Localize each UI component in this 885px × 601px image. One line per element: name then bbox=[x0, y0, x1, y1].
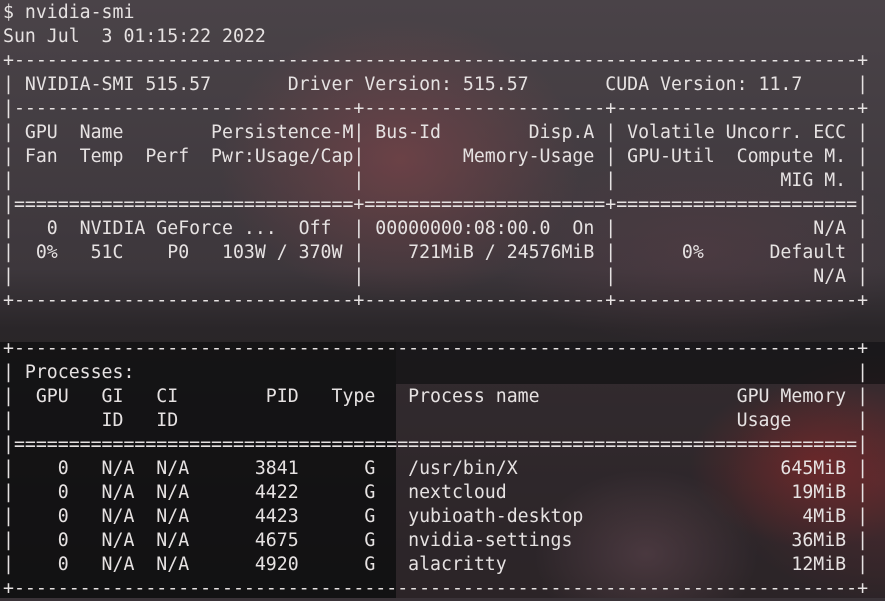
terminal-line: +---------------------------------------… bbox=[3, 50, 869, 71]
terminal-line: +-------------------------------+-------… bbox=[3, 290, 869, 311]
terminal-line: | NVIDIA-SMI 515.57 Driver Version: 515.… bbox=[3, 74, 869, 95]
terminal-line: | 0 NVIDIA GeForce ... Off | 00000000:08… bbox=[3, 218, 869, 239]
terminal-line: +---------------------------------------… bbox=[3, 338, 869, 359]
terminal-line: | Fan Temp Perf Pwr:Usage/Cap| Memory-Us… bbox=[3, 146, 869, 167]
terminal-line: | ID ID Usage | bbox=[3, 410, 869, 431]
terminal-line: Sun Jul 3 01:15:22 2022 bbox=[3, 26, 266, 47]
terminal-line: |=======================================… bbox=[3, 434, 869, 455]
terminal-line: | GPU GI CI PID Type Process name GPU Me… bbox=[3, 386, 869, 407]
terminal-line: $ nvidia-smi bbox=[3, 2, 135, 23]
terminal-line: | Processes: | bbox=[3, 362, 869, 383]
terminal-line: | GPU Name Persistence-M| Bus-Id Disp.A … bbox=[3, 122, 869, 143]
terminal-line: |===============================+=======… bbox=[3, 194, 869, 215]
terminal-output[interactable]: $ nvidia-smi Sun Jul 3 01:15:22 2022 +--… bbox=[3, 1, 868, 601]
terminal-line: | 0 N/A N/A 4675 G nvidia-settings 36MiB… bbox=[3, 530, 869, 551]
terminal-line: +---------------------------------------… bbox=[3, 578, 869, 599]
terminal-line: | 0 N/A N/A 4423 G yubioath-desktop 4MiB… bbox=[3, 506, 869, 527]
terminal-line: | 0 N/A N/A 3841 G /usr/bin/X 645MiB | bbox=[3, 458, 869, 479]
terminal-line: | 0 N/A N/A 4920 G alacritty 12MiB | bbox=[3, 554, 869, 575]
terminal-line: | | | N/A | bbox=[3, 266, 869, 287]
terminal-line: |-------------------------------+-------… bbox=[3, 98, 869, 119]
terminal-line: | 0% 51C P0 103W / 370W | 721MiB / 24576… bbox=[3, 242, 869, 263]
terminal-line: | | | MIG M. | bbox=[3, 170, 869, 191]
terminal-line: | 0 N/A N/A 4422 G nextcloud 19MiB | bbox=[3, 482, 869, 503]
